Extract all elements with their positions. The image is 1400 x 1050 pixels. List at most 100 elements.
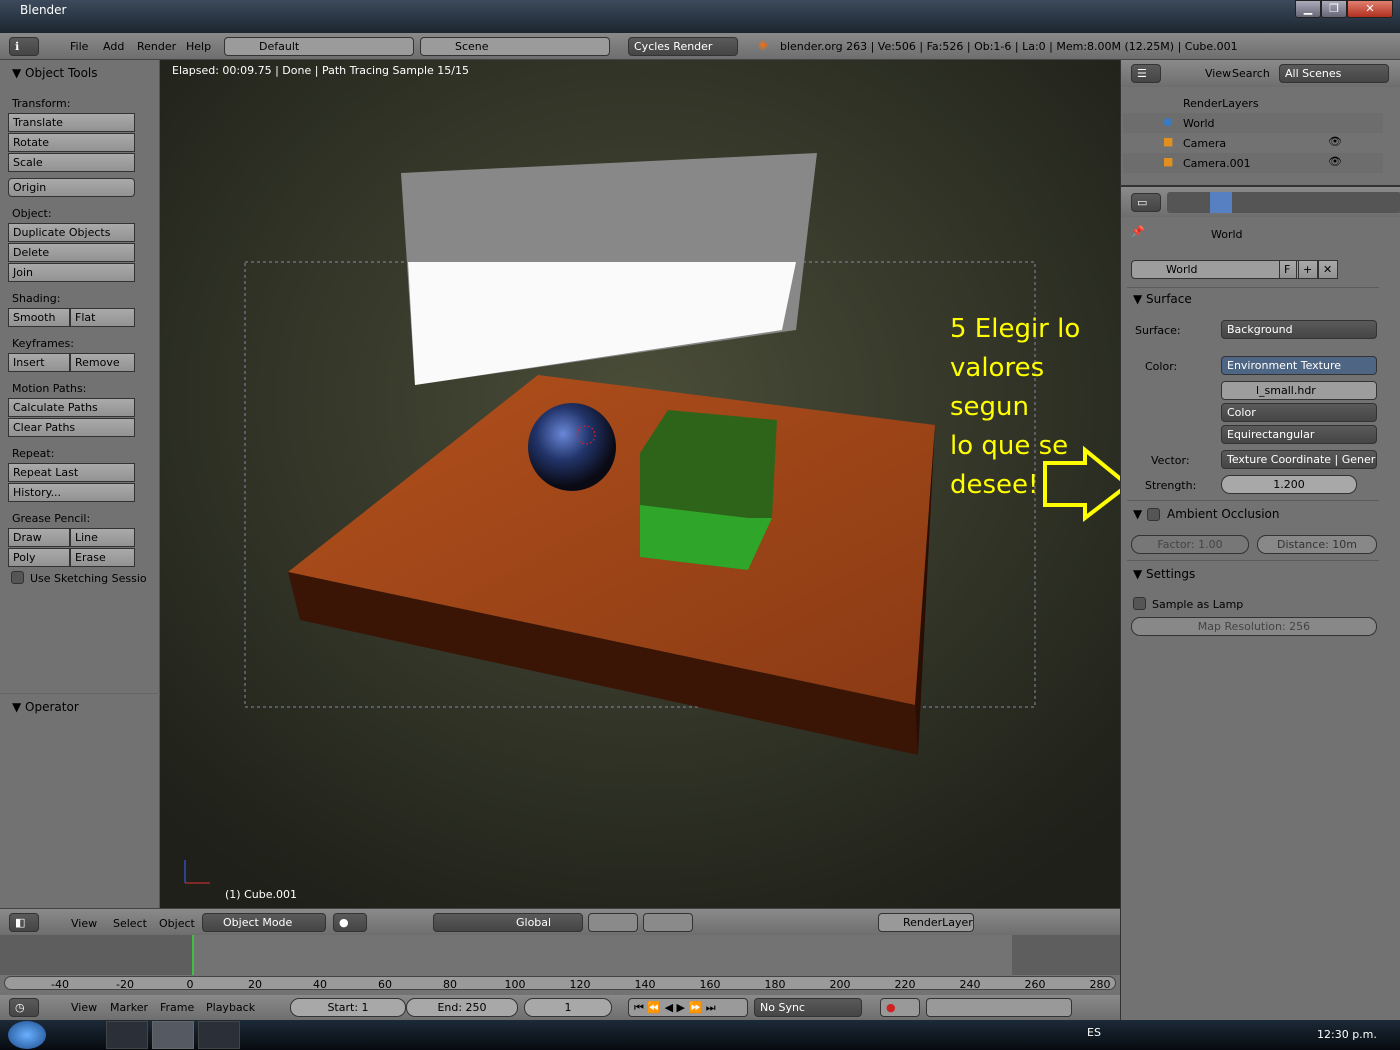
outliner-item-camera-001[interactable]: ■ Camera.001 👁 <box>1123 153 1383 173</box>
remove-keyframe-button[interactable]: Remove <box>70 353 135 372</box>
timeline-menu-view[interactable]: View <box>71 1001 97 1014</box>
erase-button[interactable]: Erase <box>70 548 135 567</box>
translate-button[interactable]: Translate <box>8 113 135 132</box>
playback-controls[interactable]: ⏮ ⏪ ◀ ▶ ⏩ ⏭ <box>628 998 748 1017</box>
timeline-menu-frame[interactable]: Frame <box>160 1001 194 1014</box>
outliner-item-camera[interactable]: ■ Camera 👁 <box>1123 133 1383 153</box>
join-button[interactable]: Join <box>8 263 135 282</box>
duplicate-objects-button[interactable]: Duplicate Objects <box>8 223 135 242</box>
language-indicator[interactable]: ES <box>1087 1026 1101 1039</box>
menu-view[interactable]: View <box>71 917 97 930</box>
menu-object[interactable]: Object <box>159 917 195 930</box>
menu-render[interactable]: Render <box>137 40 176 53</box>
outliner-menu-search[interactable]: Search <box>1232 67 1270 80</box>
map-resolution-field[interactable]: Map Resolution: 256 <box>1131 617 1377 636</box>
repeat-last-button[interactable]: Repeat Last <box>8 463 135 482</box>
context-tabs[interactable] <box>1167 192 1400 213</box>
visibility-eye-icon[interactable]: 👁 <box>1328 135 1342 148</box>
new-world-button[interactable]: + <box>1298 260 1318 279</box>
outliner-item-world[interactable]: ● World <box>1123 113 1383 133</box>
color-input-dropdown[interactable]: Environment Texture <box>1221 356 1377 375</box>
clock[interactable]: 12:30 p.m. <box>1317 1028 1377 1041</box>
world-tab[interactable] <box>1210 192 1232 213</box>
scale-button[interactable]: Scale <box>8 153 135 172</box>
3d-viewport[interactable]: Elapsed: 00:09.75 | Done | Path Tracing … <box>160 60 1120 908</box>
strength-slider[interactable]: 1.200 <box>1221 475 1357 494</box>
pin-icon[interactable]: 📌 <box>1131 225 1145 238</box>
3d-editor-icon[interactable]: ◧ <box>9 913 39 932</box>
layers-grid-2[interactable] <box>643 913 693 932</box>
ao-distance-field[interactable]: Distance: 10m <box>1257 535 1377 554</box>
menu-file[interactable]: File <box>70 40 88 53</box>
timeline-editor-icon[interactable]: ◷ <box>9 998 39 1017</box>
timeline-scrollbar[interactable] <box>4 976 1116 990</box>
maximize-button[interactable]: ❐ <box>1321 0 1347 18</box>
color-space-dropdown[interactable]: Color <box>1221 403 1377 422</box>
image-file-field[interactable]: l_small.hdr <box>1221 381 1377 400</box>
outliner-menu-view[interactable]: View <box>1205 67 1231 80</box>
timeline-tick-label: 280 <box>1089 978 1111 991</box>
blender-taskbar-button[interactable] <box>152 1021 194 1049</box>
ao-checkbox[interactable] <box>1147 508 1160 521</box>
sync-dropdown[interactable]: No Sync <box>754 998 862 1017</box>
menu-help[interactable]: Help <box>186 40 211 53</box>
start-button[interactable] <box>8 1021 46 1049</box>
timeline-menu-playback[interactable]: Playback <box>206 1001 255 1014</box>
current-frame-field[interactable]: 1 <box>524 998 612 1017</box>
record-button[interactable]: ● <box>880 998 920 1017</box>
timeline[interactable]: -40 -20 0 20 40 60 80 100 120 140 160 180 200 220 240 2… <box>0 935 1120 995</box>
transform-orientation-dropdown[interactable]: Global <box>433 913 583 932</box>
projection-dropdown[interactable]: Equirectangular <box>1221 425 1377 444</box>
timeline-menu-marker[interactable]: Marker <box>110 1001 148 1014</box>
poly-button[interactable]: Poly <box>8 548 70 567</box>
ao-factor-field[interactable]: Factor: 1.00 <box>1131 535 1249 554</box>
sample-as-lamp-checkbox[interactable] <box>1133 597 1146 610</box>
layers-grid[interactable] <box>588 913 638 932</box>
settings-panel-title[interactable]: ▼ Settings <box>1133 567 1195 581</box>
keying-set-field[interactable] <box>926 998 1072 1017</box>
info-editor-icon[interactable]: ℹ <box>9 37 39 56</box>
fake-user-button[interactable]: F <box>1279 260 1297 279</box>
mode-dropdown[interactable]: Object Mode <box>202 913 326 932</box>
minimize-button[interactable]: ▁ <box>1295 0 1321 18</box>
start-frame-field[interactable]: Start: 1 <box>290 998 406 1017</box>
rotate-button[interactable]: Rotate <box>8 133 135 152</box>
origin-button[interactable]: Origin <box>8 178 135 197</box>
keyframes-label: Keyframes: <box>12 337 74 350</box>
calculate-paths-button[interactable]: Calculate Paths <box>8 398 135 417</box>
delete-button[interactable]: Delete <box>8 243 135 262</box>
operator-panel-title[interactable]: ▼ Operator <box>12 700 79 714</box>
surface-panel-title[interactable]: ▼ Surface <box>1133 292 1192 306</box>
insert-keyframe-button[interactable]: Insert <box>8 353 70 372</box>
object-tools-title[interactable]: ▼ Object Tools <box>12 66 98 80</box>
timeline-tick-label: 40 <box>313 978 327 991</box>
properties-editor-icon[interactable]: ▭ <box>1131 193 1161 212</box>
line-button[interactable]: Line <box>70 528 135 547</box>
history-button[interactable]: History... <box>8 483 135 502</box>
draw-button[interactable]: Draw <box>8 528 70 547</box>
surface-shader-dropdown[interactable]: Background <box>1221 320 1377 339</box>
layout-selector[interactable]: Default <box>224 37 414 56</box>
outliner-editor-icon[interactable]: ☰ <box>1131 64 1161 83</box>
outliner-item-renderlayers[interactable]: RenderLayers <box>1123 93 1383 113</box>
outliner-filter-dropdown[interactable]: All Scenes <box>1279 64 1389 83</box>
firefox-taskbar-button[interactable] <box>106 1021 148 1049</box>
render-engine-dropdown[interactable]: Cycles Render <box>628 37 738 56</box>
menu-select[interactable]: Select <box>113 917 147 930</box>
unlink-world-button[interactable]: ✕ <box>1318 260 1338 279</box>
smooth-button[interactable]: Smooth <box>8 308 70 327</box>
flat-button[interactable]: Flat <box>70 308 135 327</box>
sketching-session-checkbox[interactable] <box>11 571 24 584</box>
current-frame-marker[interactable] <box>192 935 194 975</box>
visibility-eye-icon[interactable]: 👁 <box>1328 155 1342 168</box>
viewport-shading-dropdown[interactable]: ● <box>333 913 367 932</box>
vector-input-dropdown[interactable]: Texture Coordinate | Generate <box>1221 450 1377 469</box>
end-frame-field[interactable]: End: 250 <box>406 998 518 1017</box>
menu-add[interactable]: Add <box>103 40 124 53</box>
paint-taskbar-button[interactable] <box>198 1021 240 1049</box>
ao-panel-toggle[interactable]: ▼ <box>1133 507 1142 521</box>
close-button[interactable]: ✕ <box>1347 0 1393 18</box>
clear-paths-button[interactable]: Clear Paths <box>8 418 135 437</box>
scene-selector[interactable]: Scene <box>420 37 610 56</box>
render-layer-button[interactable]: RenderLayer <box>878 913 974 932</box>
